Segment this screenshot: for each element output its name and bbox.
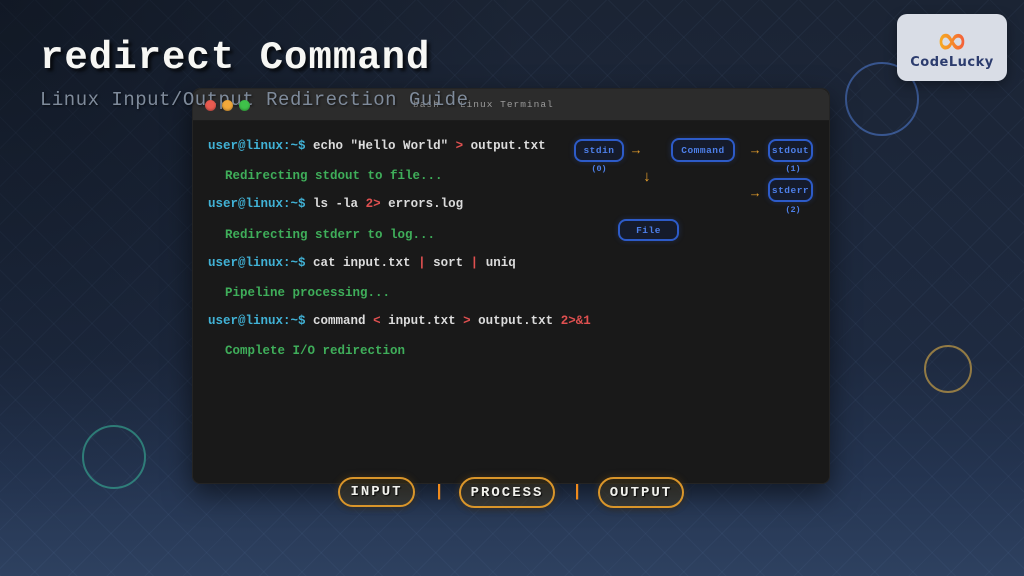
fd-label-stdin: (0) xyxy=(569,164,629,174)
terminal-command-line: user@linux:~$ ls -la 2> errors.log xyxy=(208,197,463,211)
output-button[interactable]: OUTPUT xyxy=(598,477,684,508)
logo-brand-text: CodeLucky xyxy=(910,55,993,70)
pill-separator: | xyxy=(572,483,582,502)
command-text: uniq xyxy=(486,256,516,270)
terminal-command-line: user@linux:~$ echo "Hello World" > outpu… xyxy=(208,139,546,153)
redirect-operator: 2>&1 xyxy=(561,314,591,328)
close-window-icon[interactable] xyxy=(205,100,216,111)
command-text: command xyxy=(313,314,366,328)
diagram-node-command: Command xyxy=(671,138,735,162)
terminal-comment-line: Redirecting stderr to log... xyxy=(225,228,435,242)
header: redirect Command Linux Input/Output Redi… xyxy=(40,36,468,111)
page-subtitle: Linux Input/Output Redirection Guide xyxy=(40,89,468,111)
terminal-comment-line: Complete I/O redirection xyxy=(225,344,405,358)
command-text: ls -la xyxy=(313,197,358,211)
arrow-right-icon: → xyxy=(746,143,764,158)
arrow-right-icon: → xyxy=(746,186,764,201)
terminal-comment-line: Pipeline processing... xyxy=(225,286,390,300)
pill-separator: | xyxy=(434,483,444,502)
page-title: redirect Command xyxy=(40,36,468,80)
command-text: output.txt xyxy=(478,314,553,328)
shell-prompt: user@linux:~$ xyxy=(208,139,306,153)
pipe-operator: | xyxy=(418,256,426,270)
command-text: output.txt xyxy=(471,139,546,153)
codelucky-logo: ∞ CodeLucky xyxy=(897,14,1007,81)
command-text: cat input.txt xyxy=(313,256,411,270)
arrow-right-icon: → xyxy=(627,143,645,158)
input-button[interactable]: INPUT xyxy=(338,477,415,507)
pipe-operator: | xyxy=(471,256,479,270)
fd-label-stdout: (1) xyxy=(763,164,823,174)
redirect-operator: < xyxy=(373,314,381,328)
command-text: echo "Hello World" xyxy=(313,139,448,153)
shell-prompt: user@linux:~$ xyxy=(208,197,306,211)
shell-prompt: user@linux:~$ xyxy=(208,314,306,328)
diagram-node-stdin: stdin xyxy=(574,139,624,162)
window-controls xyxy=(205,100,250,111)
command-text: sort xyxy=(433,256,463,270)
redirect-operator: > xyxy=(456,139,464,153)
arrow-down-icon: ↓ xyxy=(639,169,655,186)
infinity-icon: ∞ xyxy=(936,25,968,55)
terminal-window: bash - Linux Terminal user@linux:~$ echo… xyxy=(192,88,830,484)
command-text: errors.log xyxy=(388,197,463,211)
terminal-command-line: user@linux:~$ command < input.txt > outp… xyxy=(208,314,591,328)
diagram-node-file: File xyxy=(618,219,679,241)
redirect-operator: > xyxy=(463,314,471,328)
decorative-circle-gold xyxy=(924,345,972,393)
process-button[interactable]: PROCESS xyxy=(459,477,555,508)
terminal-command-line: user@linux:~$ cat input.txt | sort | uni… xyxy=(208,256,516,270)
diagram-node-stderr: stderr xyxy=(768,178,813,202)
fd-label-stderr: (2) xyxy=(763,205,823,215)
decorative-circle-teal xyxy=(82,425,146,489)
terminal-comment-line: Redirecting stdout to file... xyxy=(225,169,443,183)
command-text: input.txt xyxy=(388,314,456,328)
redirect-operator: 2> xyxy=(366,197,381,211)
minimize-window-icon[interactable] xyxy=(222,100,233,111)
maximize-window-icon[interactable] xyxy=(239,100,250,111)
shell-prompt: user@linux:~$ xyxy=(208,256,306,270)
diagram-node-stdout: stdout xyxy=(768,139,813,162)
